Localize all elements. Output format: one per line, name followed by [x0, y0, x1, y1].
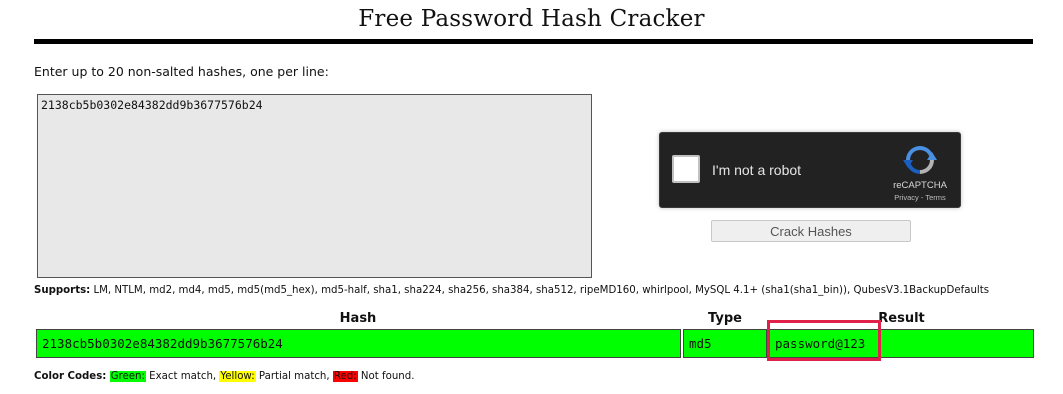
column-header-hash: Hash	[339, 311, 377, 326]
legend-green-text: Exact match,	[149, 371, 217, 382]
legend-yellow-swatch: Yellow:	[219, 371, 256, 382]
recaptcha-terms-link[interactable]: Terms	[925, 193, 945, 202]
recaptcha-links: Privacy - Terms	[883, 193, 957, 202]
recaptcha-logo-icon	[903, 146, 937, 174]
result-password-cell: password@123	[769, 329, 1034, 358]
legend-yellow-text: Partial match,	[258, 371, 330, 382]
legend-red-text: Not found.	[360, 371, 415, 382]
recaptcha-privacy-link[interactable]: Privacy	[894, 193, 919, 202]
page-title: Free Password Hash Cracker	[358, 6, 705, 32]
table-row: 2138cb5b0302e84382dd9b3677576b24 md5 pas…	[35, 329, 1034, 359]
instructions-label: Enter up to 20 non-salted hashes, one pe…	[34, 64, 329, 79]
result-hash-cell: 2138cb5b0302e84382dd9b3677576b24	[36, 329, 681, 358]
color-codes-label: Color Codes:	[34, 371, 107, 382]
results-table: Hash Type Result 2138cb5b0302e84382dd9b3…	[35, 309, 1034, 359]
legend-green-swatch: Green:	[109, 371, 146, 382]
hash-cracker-page: Free Password Hash Cracker Enter up to 2…	[0, 0, 1063, 394]
results-header-row: Hash Type Result	[35, 309, 1034, 329]
supports-list: LM, NTLM, md2, md4, md5, md5(md5_hex), m…	[93, 285, 990, 296]
hash-input-textarea[interactable]: 2138cb5b0302e84382dd9b3677576b24	[37, 94, 592, 278]
recaptcha-label: I'm not a robot	[712, 162, 802, 178]
supports-label: Supports:	[34, 285, 91, 296]
result-type-cell: md5	[683, 329, 767, 358]
legend-red-swatch: Red:	[332, 371, 358, 382]
crack-hashes-button[interactable]: Crack Hashes	[711, 220, 911, 242]
supported-hashes-note: Supports: LM, NTLM, md2, md4, md5, md5(m…	[34, 285, 989, 296]
color-codes-legend: Color Codes: Green: Exact match, Yellow:…	[34, 371, 414, 382]
title-divider	[34, 39, 1033, 44]
recaptcha-widget: I'm not a robot reCAPTCHA Privacy - Term…	[659, 132, 961, 208]
recaptcha-checkbox[interactable]	[672, 155, 700, 183]
column-header-result: Result	[878, 311, 925, 326]
recaptcha-brand: reCAPTCHA	[893, 180, 947, 191]
column-header-type: Type	[708, 311, 742, 326]
